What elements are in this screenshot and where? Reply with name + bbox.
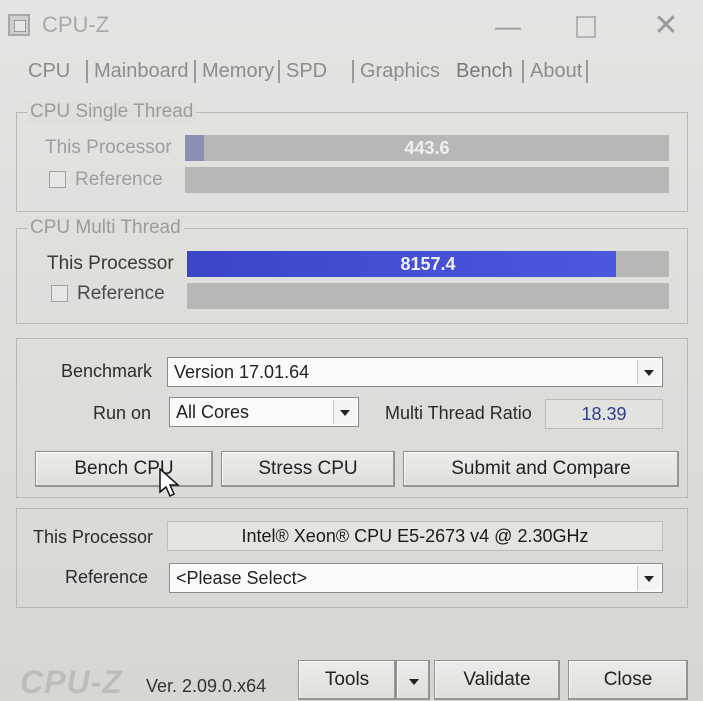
cpuz-window: CPU-Z — ✕ CPU Mainboard Memory SPD Graph… (0, 0, 703, 700)
multi-reference-checkbox[interactable] (51, 285, 68, 302)
single-this-value: 443.6 (404, 138, 450, 158)
bench-settings-group: Benchmark Version 17.01.64 Run on All Co… (16, 338, 688, 498)
version-text: Ver. 2.09.0.x64 (146, 676, 267, 696)
validate-button[interactable]: Validate (434, 660, 560, 700)
multi-this-label: This Processor (47, 253, 174, 274)
maximize-icon (576, 16, 596, 38)
multi-reference-label: Reference (77, 283, 165, 304)
runon-value: All Cores (176, 402, 250, 422)
title-bar: CPU-Z — ✕ (0, 0, 703, 54)
submit-compare-button[interactable]: Submit and Compare (403, 451, 679, 487)
multi-thread-title: CPU Multi Thread (27, 217, 184, 239)
tab-graphics[interactable]: Graphics (352, 60, 440, 83)
runon-select[interactable]: All Cores (169, 397, 359, 427)
maximize-button[interactable] (566, 8, 606, 44)
multi-this-value: 8157.4 (400, 254, 456, 274)
app-icon (8, 14, 30, 36)
minimize-button[interactable]: — (488, 8, 528, 44)
single-this-bar: 443.6 (185, 135, 669, 161)
tab-memory[interactable]: Memory (194, 60, 274, 83)
single-reference-checkbox[interactable] (49, 171, 66, 188)
chevron-down-icon[interactable] (637, 566, 660, 590)
single-reference-label: Reference (75, 169, 163, 190)
benchmark-select[interactable]: Version 17.01.64 (167, 357, 663, 387)
tools-button[interactable]: Tools (298, 660, 396, 700)
single-this-label: This Processor (45, 137, 172, 158)
multi-thread-group: CPU Multi Thread This Processor 8157.4 R… (16, 217, 688, 324)
bench-cpu-button[interactable]: Bench CPU (35, 451, 213, 487)
benchmark-value: Version 17.01.64 (174, 362, 310, 382)
mouse-cursor-icon (159, 468, 180, 498)
reference-select[interactable]: <Please Select> (169, 563, 663, 593)
stress-cpu-button[interactable]: Stress CPU (221, 451, 395, 487)
chevron-down-icon[interactable] (637, 360, 660, 384)
processor-this-value: Intel® Xeon® CPU E5-2673 v4 @ 2.30GHz (167, 521, 663, 551)
runon-label: Run on (93, 403, 152, 423)
tab-spd[interactable]: SPD (278, 60, 327, 83)
tab-bench[interactable]: Bench (456, 60, 513, 83)
tab-cpu[interactable]: CPU (28, 60, 70, 83)
ratio-label: Multi Thread Ratio (385, 403, 532, 423)
single-thread-title: CPU Single Thread (27, 101, 197, 123)
window-title: CPU-Z (42, 12, 110, 37)
chevron-down-icon[interactable] (333, 400, 356, 424)
reference-value: <Please Select> (176, 568, 308, 588)
close-button[interactable]: Close (568, 660, 688, 700)
benchmark-label: Benchmark (61, 361, 153, 381)
multi-reference-bar (187, 283, 669, 309)
single-thread-group: CPU Single Thread This Processor 443.6 R… (16, 101, 688, 212)
processor-reference-label: Reference (65, 567, 149, 587)
cpuz-logo: CPU-Z (20, 664, 123, 700)
tab-about[interactable]: About (522, 60, 589, 83)
single-reference-bar (185, 167, 669, 193)
processor-this-label: This Processor (33, 527, 154, 547)
close-window-button[interactable]: ✕ (646, 8, 686, 44)
ratio-value: 18.39 (545, 399, 663, 429)
tools-dropdown-button[interactable] (396, 660, 430, 700)
processor-group: This Processor Intel® Xeon® CPU E5-2673 … (16, 508, 688, 608)
tab-mainboard[interactable]: Mainboard (86, 60, 189, 83)
chevron-down-icon (403, 669, 425, 693)
multi-this-bar: 8157.4 (187, 251, 669, 277)
